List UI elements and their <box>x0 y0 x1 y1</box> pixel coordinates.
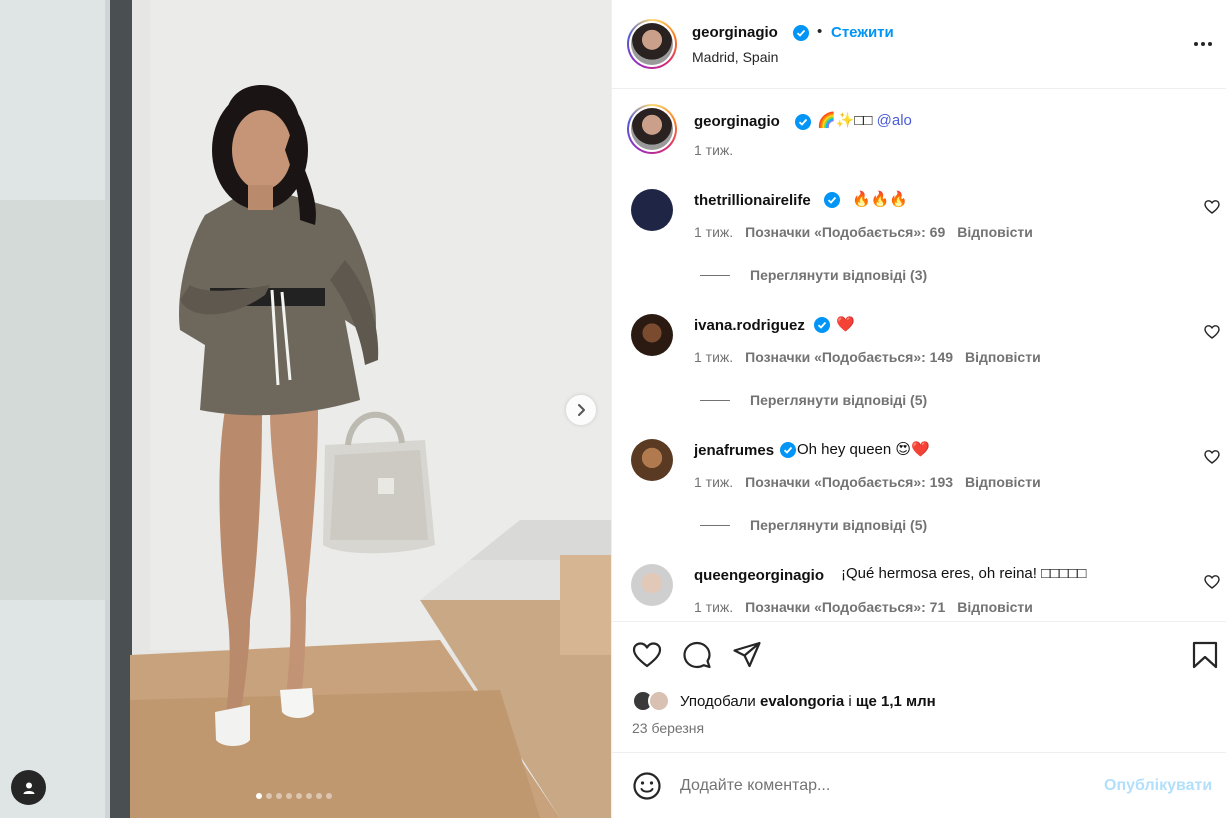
avatar[interactable] <box>631 439 673 481</box>
avatar <box>631 108 673 150</box>
comment-text: 🔥🔥🔥 <box>852 191 909 208</box>
carousel-dot <box>276 793 282 799</box>
avatar[interactable] <box>631 189 673 231</box>
post-photo <box>0 0 611 818</box>
view-replies-button[interactable]: Переглянути відповіді (3) <box>700 267 927 283</box>
carousel-dot <box>286 793 292 799</box>
heart-icon[interactable] <box>632 640 662 670</box>
comment-time[interactable]: 1 тиж. <box>694 599 733 615</box>
tagged-users-button[interactable] <box>11 770 46 805</box>
comment-text: ¡Qué hermosa eres, oh reina! □□□□□ <box>841 565 1087 582</box>
comment-input[interactable] <box>680 773 1080 799</box>
liker-username[interactable]: evalongoria <box>760 693 844 710</box>
comment-username[interactable]: ivana.rodriguez <box>694 317 805 334</box>
caption-glyphs: □□ <box>854 112 873 129</box>
publish-button[interactable]: Опублікувати <box>1104 777 1212 795</box>
avatar <box>648 690 670 712</box>
caption-time[interactable]: 1 тиж. <box>694 142 733 158</box>
comment-username[interactable]: jenafrumes <box>694 442 774 459</box>
comment-composer: Опублікувати <box>612 753 1226 818</box>
author-username[interactable]: georginagio <box>692 24 778 41</box>
comment-meta: 1 тиж. Позначки «Подобається»: 71 Відповіс… <box>694 599 1045 615</box>
comments-list[interactable]: georginagio 🌈✨□□ @alo 1 тиж. thetrillion… <box>612 89 1226 621</box>
emoji-icon[interactable] <box>632 771 662 801</box>
comment-time[interactable]: 1 тиж. <box>694 474 733 490</box>
comment-text: ❤️ <box>836 316 855 333</box>
avatar[interactable] <box>631 564 673 606</box>
reply-button[interactable]: Відповісти <box>965 474 1041 490</box>
comment-time[interactable]: 1 тиж. <box>694 349 733 365</box>
share-icon[interactable] <box>732 640 762 670</box>
carousel-dot <box>326 793 332 799</box>
comment-heart-icon[interactable] <box>1204 199 1220 215</box>
caption-avatar-ring[interactable] <box>627 104 677 154</box>
verified-badge-icon <box>824 192 840 208</box>
comment-meta: 1 тиж. Позначки «Подобається»: 149 Відпові… <box>694 349 1053 365</box>
comment-likes[interactable]: Позначки «Подобається»: 69 <box>745 224 945 240</box>
verified-badge-icon <box>795 114 811 130</box>
carousel-next-button[interactable] <box>566 395 596 425</box>
post-details-panel: georginagio • Стежити Madrid, Spain geor… <box>611 0 1226 818</box>
follow-button[interactable]: Стежити <box>831 24 894 41</box>
caption-emojis: 🌈✨ <box>817 112 855 129</box>
caption-username[interactable]: georginagio <box>694 113 780 130</box>
view-replies-button[interactable]: Переглянути відповіді (5) <box>700 517 927 533</box>
likes-count[interactable]: ще 1,1 млн <box>856 693 936 710</box>
comment-heart-icon[interactable] <box>1204 574 1220 590</box>
more-horizontal-icon <box>1194 42 1198 46</box>
verified-badge-icon <box>780 442 796 458</box>
reply-button[interactable]: Відповісти <box>957 599 1033 615</box>
caption-text: 🌈✨□□ @alo <box>817 111 912 129</box>
user-tag-icon <box>23 782 34 794</box>
comment-meta: 1 тиж. Позначки «Подобається»: 69 Відповіс… <box>694 224 1045 240</box>
carousel-dot <box>256 793 262 799</box>
carousel-dot <box>306 793 312 799</box>
avatar <box>631 23 673 65</box>
verified-badge-icon <box>814 317 830 333</box>
view-replies-label: Переглянути відповіді (3) <box>750 267 928 283</box>
carousel-dot <box>266 793 272 799</box>
post-location[interactable]: Madrid, Spain <box>692 49 778 65</box>
post-date[interactable]: 23 березня <box>632 720 704 736</box>
carousel-indicator <box>256 793 332 799</box>
post-header: georginagio • Стежити Madrid, Spain <box>612 0 1226 89</box>
replies-divider <box>700 274 730 276</box>
comment-username[interactable]: queengeorginagio <box>694 567 824 584</box>
comment-likes[interactable]: Позначки «Подобається»: 71 <box>745 599 945 615</box>
carousel-dot <box>316 793 322 799</box>
comment-heart-icon[interactable] <box>1204 449 1220 465</box>
comment-time[interactable]: 1 тиж. <box>694 224 733 240</box>
post-media[interactable] <box>0 0 611 818</box>
liker-avatars <box>632 690 674 712</box>
more-options-button[interactable] <box>1188 32 1218 56</box>
likes-summary[interactable]: Уподобали evalongoria і ще 1,1 млн <box>632 690 936 712</box>
carousel-dot <box>296 793 302 799</box>
comment-heart-icon[interactable] <box>1204 324 1220 340</box>
view-replies-button[interactable]: Переглянути відповіді (5) <box>700 392 927 408</box>
comment-meta: 1 тиж. Позначки «Подобається»: 193 Відпові… <box>694 474 1053 490</box>
bookmark-icon[interactable] <box>1190 640 1220 670</box>
replies-divider <box>700 524 730 526</box>
replies-divider <box>700 399 730 401</box>
mention-link[interactable]: @alo <box>877 112 912 129</box>
chevron-right-icon <box>578 404 585 416</box>
verified-badge-icon <box>793 25 809 41</box>
likes-text: Уподобали evalongoria і ще 1,1 млн <box>680 692 936 710</box>
comment-likes[interactable]: Позначки «Подобається»: 193 <box>745 474 953 490</box>
comment-icon[interactable] <box>682 640 712 670</box>
comment-likes[interactable]: Позначки «Подобається»: 149 <box>745 349 953 365</box>
view-replies-label: Переглянути відповіді (5) <box>750 517 928 533</box>
avatar[interactable] <box>631 314 673 356</box>
comment-text: Oh hey queen 😍❤️ <box>797 441 930 458</box>
comment-username[interactable]: thetrillionairelife <box>694 192 811 209</box>
reply-button[interactable]: Відповісти <box>965 349 1041 365</box>
reply-button[interactable]: Відповісти <box>957 224 1033 240</box>
separator-dot: • <box>817 23 823 40</box>
story-ring[interactable] <box>627 19 677 69</box>
view-replies-label: Переглянути відповіді (5) <box>750 392 928 408</box>
